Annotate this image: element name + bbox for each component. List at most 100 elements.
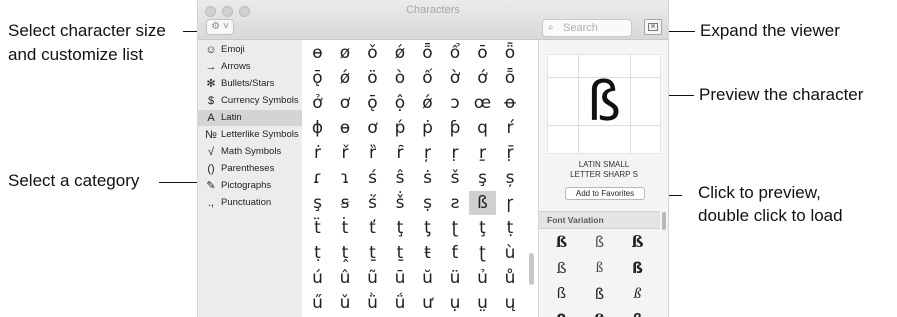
character-cell[interactable]: ş xyxy=(469,166,496,190)
font-variation-cell[interactable]: ß xyxy=(583,231,616,253)
character-cell[interactable]: ţ xyxy=(469,216,496,240)
font-variation-cell[interactable]: ß xyxy=(583,309,616,317)
character-cell[interactable]: ȭ xyxy=(414,41,441,65)
character-cell[interactable]: ö xyxy=(359,66,386,90)
character-cell[interactable]: ụ xyxy=(442,291,469,315)
character-cell[interactable]: ẗ xyxy=(304,216,331,240)
character-cell[interactable]: ɸ xyxy=(304,116,331,140)
character-cell[interactable]: ơ xyxy=(359,116,386,140)
search-input[interactable] xyxy=(563,21,629,35)
character-cell[interactable]: ṯ xyxy=(359,241,386,265)
character-cell[interactable]: ś xyxy=(359,166,386,190)
character-cell[interactable]: ộ xyxy=(387,91,414,115)
character-cell[interactable]: ţ xyxy=(387,216,414,240)
character-cell[interactable]: š xyxy=(442,166,469,190)
character-cell[interactable]: ǭ xyxy=(304,66,331,90)
character-cell[interactable]: ổ xyxy=(442,41,469,65)
character-cell[interactable]: ȑ xyxy=(359,141,386,165)
character-cell[interactable]: ù xyxy=(497,241,524,265)
search-field[interactable]: ⌕ xyxy=(542,19,632,37)
character-cell[interactable]: ƭ xyxy=(442,241,469,265)
character-cell[interactable]: ǜ xyxy=(359,291,386,315)
character-cell[interactable]: ɾ xyxy=(304,166,331,190)
expand-viewer-button[interactable]: ⌘ xyxy=(644,19,662,35)
character-cell[interactable]: ǿ xyxy=(332,66,359,90)
character-cell[interactable]: ở xyxy=(304,91,331,115)
character-cell[interactable]: ꝋ xyxy=(497,91,524,115)
gear-menu-button[interactable]: ⚙ ˅ xyxy=(206,19,234,35)
character-cell[interactable]: ɔ xyxy=(442,91,469,115)
character-cell[interactable]: ǘ xyxy=(387,291,414,315)
font-variation-cell[interactable]: ß xyxy=(545,257,578,279)
character-cell[interactable]: ǿ xyxy=(414,91,441,115)
character-cell[interactable]: ȭ xyxy=(497,66,524,90)
character-cell[interactable]: ɿ xyxy=(332,166,359,190)
character-cell[interactable]: ɵ xyxy=(332,116,359,140)
character-cell[interactable]: ư xyxy=(414,291,441,315)
character-cell[interactable]: ớ xyxy=(469,66,496,90)
character-cell[interactable]: ṫ xyxy=(332,216,359,240)
character-cell[interactable]: ǭ xyxy=(359,91,386,115)
character-cell[interactable]: ü xyxy=(442,266,469,290)
font-variation-cell[interactable]: ß xyxy=(621,309,654,317)
font-variation-cell[interactable]: ß xyxy=(583,283,616,305)
character-cell[interactable]: ų xyxy=(497,291,524,315)
character-cell[interactable]: ṧ xyxy=(387,191,414,215)
sidebar-item-latin[interactable]: A Latin xyxy=(198,110,302,126)
character-cell[interactable]: ȫ xyxy=(497,41,524,65)
character-cell[interactable]: ṕ xyxy=(387,116,414,140)
character-cell[interactable]: ƫ xyxy=(414,216,441,240)
character-cell[interactable]: ò xyxy=(387,66,414,90)
character-cell[interactable]: ṡ xyxy=(414,166,441,190)
character-cell[interactable]: ṛ xyxy=(442,141,469,165)
character-cell[interactable]: ơ xyxy=(332,91,359,115)
character-cell[interactable]: ŭ xyxy=(414,266,441,290)
character-cell[interactable]: ṗ xyxy=(414,116,441,140)
character-cell[interactable]: ş xyxy=(304,191,331,215)
character-cell[interactable]: ŧ xyxy=(414,241,441,265)
character-cell[interactable]: ū xyxy=(387,266,414,290)
font-variation-cell[interactable]: ß xyxy=(545,231,578,253)
character-cell[interactable]: ṳ xyxy=(469,291,496,315)
character-cell[interactable]: ṙ xyxy=(304,141,331,165)
character-cell[interactable]: ṣ xyxy=(414,191,441,215)
sidebar-item-bullets-stars[interactable]: ✻ Bullets/Stars xyxy=(198,76,302,92)
font-variation-scrollbar[interactable] xyxy=(662,212,666,230)
sidebar-item-punctuation[interactable]: ., Punctuation xyxy=(198,195,302,211)
character-cell[interactable]: ꞩ xyxy=(332,191,359,215)
character-cell[interactable]: ɵ xyxy=(304,41,331,65)
sidebar-item-math-symbols[interactable]: √ Math Symbols xyxy=(198,144,302,160)
character-cell[interactable]: ű xyxy=(304,291,331,315)
character-cell[interactable]: ṭ xyxy=(304,241,331,265)
character-cell[interactable]: ƥ xyxy=(442,116,469,140)
character-cell[interactable]: ǿ xyxy=(387,41,414,65)
character-cell[interactable]: ŕ xyxy=(497,116,524,140)
character-cell[interactable]: ủ xyxy=(469,266,496,290)
character-cell[interactable]: ꞅ xyxy=(497,191,524,215)
character-cell[interactable]: ť xyxy=(359,216,386,240)
font-variation-cell[interactable]: ß xyxy=(621,257,654,279)
character-cell[interactable]: ố xyxy=(414,66,441,90)
character-cell[interactable]: ṥ xyxy=(359,191,386,215)
font-variation-cell[interactable]: ß xyxy=(621,283,654,305)
font-variation-cell[interactable]: ß xyxy=(545,309,578,317)
character-cell[interactable]: ú xyxy=(304,266,331,290)
character-cell[interactable]: ʈ xyxy=(469,241,496,265)
character-cell[interactable]: ṝ xyxy=(497,141,524,165)
character-cell[interactable]: ů xyxy=(497,266,524,290)
character-cell[interactable]: ṯ xyxy=(387,241,414,265)
character-cell[interactable]: û xyxy=(332,266,359,290)
sidebar-item-letterlike-symbols[interactable]: № Letterlike Symbols xyxy=(198,127,302,143)
character-cell[interactable]: ŗ xyxy=(414,141,441,165)
sidebar-item-arrows[interactable]: → Arrows xyxy=(198,59,302,75)
font-variation-cell[interactable]: ß xyxy=(545,283,578,305)
character-cell[interactable]: ờ xyxy=(442,66,469,90)
add-to-favorites-button[interactable]: Add to Favorites xyxy=(565,187,645,200)
character-cell[interactable]: q xyxy=(469,116,496,140)
character-cell[interactable]: ø xyxy=(332,41,359,65)
sidebar-item-currency-symbols[interactable]: $ Currency Symbols xyxy=(198,93,302,109)
character-cell[interactable]: ṟ xyxy=(469,141,496,165)
character-cell[interactable]: ß xyxy=(469,191,496,215)
character-cell[interactable]: ǔ xyxy=(332,291,359,315)
sidebar-item-parentheses[interactable]: () Parentheses xyxy=(198,161,302,177)
